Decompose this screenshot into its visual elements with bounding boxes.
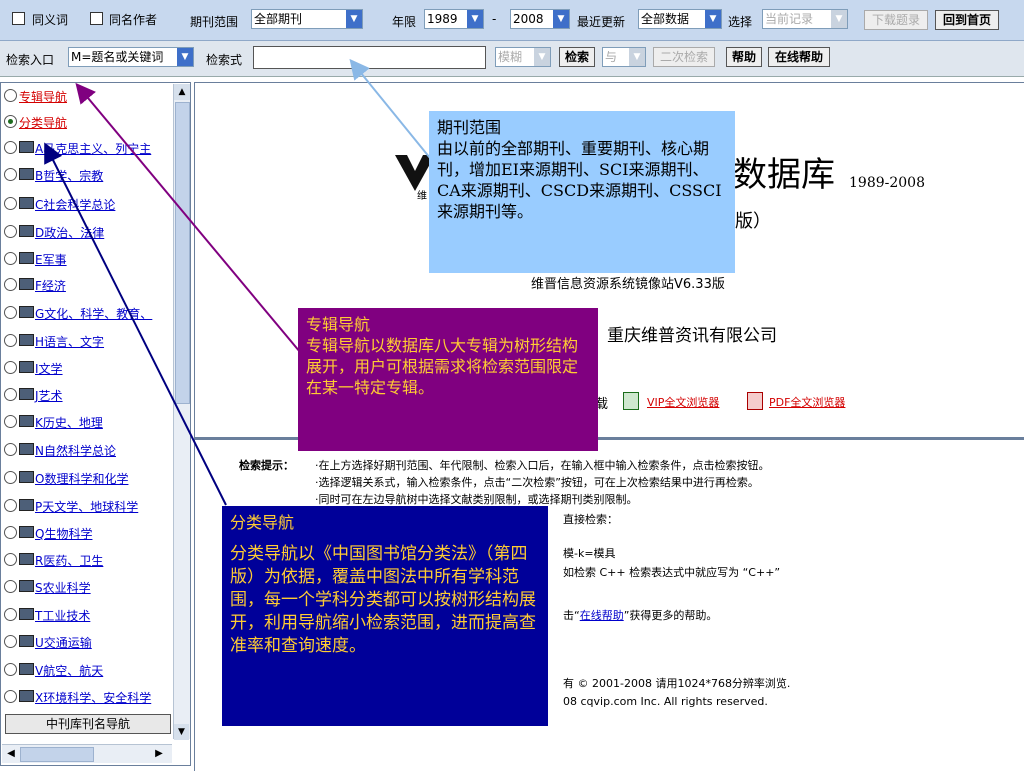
album-callout-body: 专辑导航以数据库八大专辑为树形结构展开，用户可根据需求将检索范围限定在某一特定专… xyxy=(306,336,579,397)
category-callout-arrow xyxy=(44,142,227,506)
category-nav-callout: 分类导航 分类导航以《中国图书馆分类法》（第四版）为依据，覆盖中图法中所有学科范… xyxy=(222,506,548,726)
category-callout-title: 分类导航 xyxy=(230,513,295,532)
journal-callout-title: 期刊范围 xyxy=(437,118,502,137)
album-nav-callout: 专辑导航 专辑导航以数据库八大专辑为树形结构展开，用户可根据需求将检索范围限定在… xyxy=(298,308,598,451)
journal-callout-arrow xyxy=(349,58,431,159)
category-callout-body: 分类导航以《中国图书馆分类法》（第四版）为依据，覆盖中图法中所有学科范围，每一个… xyxy=(230,544,536,656)
journal-range-callout: 期刊范围 由以前的全部期刊、重要期刊、核心期刊，增加EI来源期刊、SCI来源期刊… xyxy=(429,111,735,273)
journal-callout-body: 由以前的全部期刊、重要期刊、核心期刊，增加EI来源期刊、SCI来源期刊、CA来源… xyxy=(437,139,722,221)
album-callout-title: 专辑导航 xyxy=(306,315,371,334)
album-callout-arrow xyxy=(75,82,301,353)
